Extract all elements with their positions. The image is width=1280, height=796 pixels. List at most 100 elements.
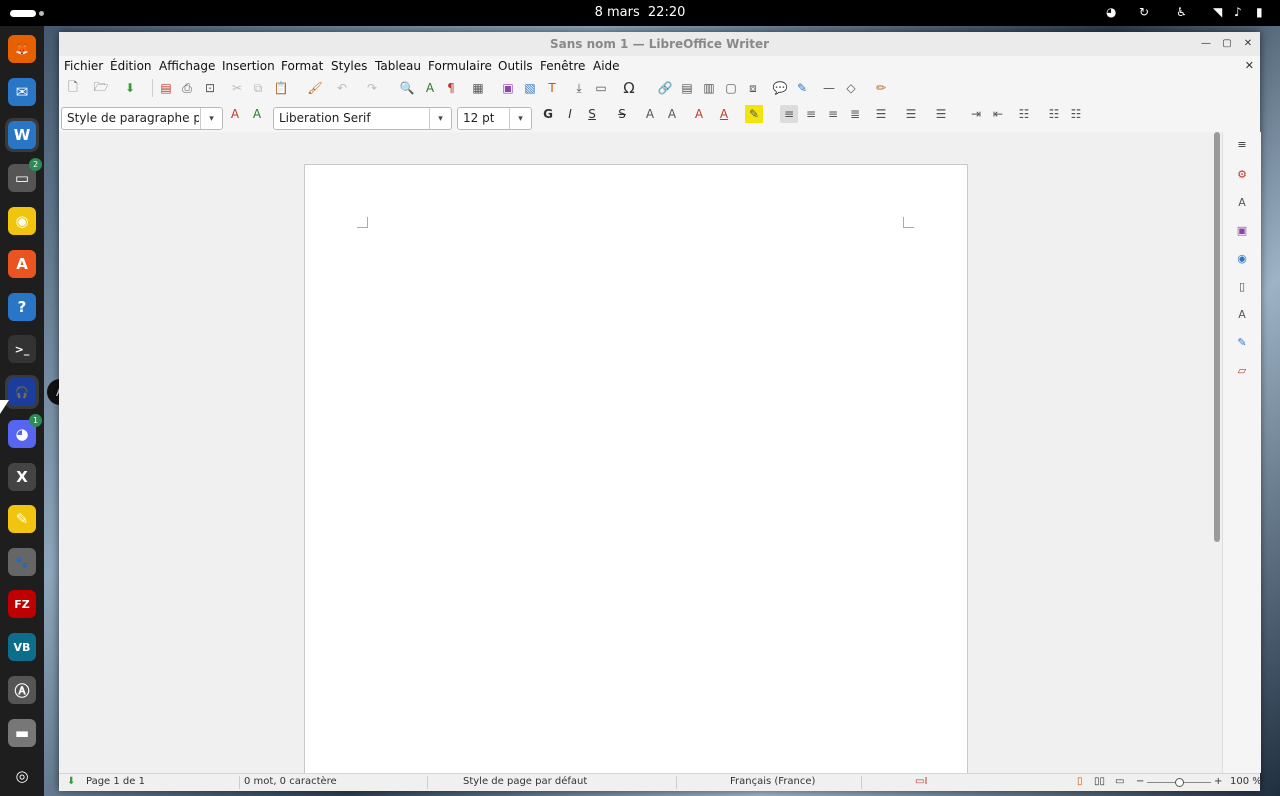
insert-textbox-icon[interactable]: T	[543, 79, 561, 97]
print-icon[interactable]: ⎙	[178, 79, 196, 97]
strikethrough-button[interactable]: S	[613, 105, 631, 123]
save-icon[interactable]: ⬇	[121, 79, 139, 97]
sidebar-menu-icon[interactable]: ≡	[1234, 136, 1250, 152]
word-count[interactable]: 0 mot, 0 caractère	[244, 776, 337, 787]
sync-icon[interactable]: ↻	[1139, 5, 1149, 19]
superscript-icon[interactable]: A	[641, 105, 659, 123]
bold-button[interactable]: G	[539, 105, 557, 123]
style-inspector-icon[interactable]: A	[1234, 306, 1250, 322]
insert-chart-icon[interactable]: ▧	[521, 79, 539, 97]
clone-formatting-icon[interactable]: 🖌	[306, 79, 324, 97]
footnote-icon[interactable]: ▤	[678, 79, 696, 97]
paragraph-spacing-icon[interactable]: ☷	[1045, 105, 1063, 123]
export-pdf-icon[interactable]: ▤	[157, 79, 175, 97]
menu-affichage[interactable]: Affichage	[159, 59, 215, 73]
clock[interactable]: 8 mars 22:20	[0, 5, 1280, 20]
basic-shapes-icon[interactable]: ◇	[842, 79, 860, 97]
menu-outils[interactable]: Outils	[498, 59, 533, 73]
font-color-icon[interactable]: A	[715, 105, 733, 123]
decrease-indent-icon[interactable]: ⇤	[989, 105, 1007, 123]
dock-firefox-icon[interactable]: 🦊	[5, 32, 39, 66]
cut-icon[interactable]: ✂	[228, 79, 246, 97]
chevron-down-icon[interactable]: ▾	[509, 108, 531, 129]
subscript-icon[interactable]: A	[663, 105, 681, 123]
zoom-slider-handle[interactable]	[1175, 778, 1184, 787]
open-icon[interactable]: 🗁	[92, 79, 110, 97]
page-count[interactable]: Page 1 de 1	[86, 776, 145, 787]
formatting-marks-icon[interactable]: ¶	[442, 79, 460, 97]
chevron-down-icon[interactable]: ▾	[200, 108, 222, 129]
align-left-icon[interactable]: ≡	[780, 105, 798, 123]
outline-list-icon[interactable]: ☰	[932, 105, 950, 123]
menu-aide[interactable]: Aide	[593, 59, 620, 73]
page-icon[interactable]: ▯	[1234, 278, 1250, 294]
dock-filezilla-icon[interactable]: FZ	[5, 587, 39, 621]
language[interactable]: Français (France)	[730, 776, 815, 787]
font-size-combo[interactable]: 12 pt ▾	[457, 107, 532, 130]
menu-tableau[interactable]: Tableau	[375, 59, 421, 73]
track-changes-icon[interactable]: ✎	[793, 79, 811, 97]
menu-formulaire[interactable]: Formulaire	[428, 59, 492, 73]
multi-page-view-icon[interactable]: ▯▯	[1094, 776, 1105, 787]
increase-indent-icon[interactable]: ⇥	[967, 105, 985, 123]
dock-disk-drive-icon[interactable]: ▬	[5, 716, 39, 750]
properties-icon[interactable]: ⚙	[1234, 166, 1250, 182]
dock-xournal-icon[interactable]: X	[5, 460, 39, 494]
zoom-out-icon[interactable]: −	[1136, 776, 1144, 787]
align-center-icon[interactable]: ≡	[802, 105, 820, 123]
menu-edition[interactable]: Édition	[110, 59, 152, 73]
dock-ubuntu-icon[interactable]: ◎	[5, 759, 39, 793]
special-character-icon[interactable]: Ω	[620, 79, 638, 97]
insert-image-icon[interactable]: ▣	[499, 79, 517, 97]
dock-software-updater-icon[interactable]: Ⓐ	[5, 673, 39, 707]
discord-tray-icon[interactable]: ◕	[1106, 5, 1116, 19]
dock-virtualbox-icon[interactable]: VB	[5, 630, 39, 664]
dock-terminal-icon[interactable]: >_	[5, 332, 39, 366]
paste-icon[interactable]: 📋	[272, 79, 290, 97]
single-page-view-icon[interactable]: ▯	[1077, 776, 1083, 787]
font-name-combo[interactable]: Liberation Serif ▾	[273, 107, 452, 130]
insert-line-icon[interactable]: —	[820, 79, 838, 97]
dock-text-editor-icon[interactable]: ✎	[5, 502, 39, 536]
insert-field-icon[interactable]: ▭	[592, 79, 610, 97]
line-spacing-icon[interactable]: ☷	[1015, 105, 1033, 123]
battery-icon[interactable]: ▮	[1256, 5, 1263, 19]
bullet-list-icon[interactable]: ☰	[872, 105, 890, 123]
bookmark-icon[interactable]: ▢	[722, 79, 740, 97]
menu-fenetre[interactable]: Fenêtre	[540, 59, 585, 73]
menu-format[interactable]: Format	[281, 59, 323, 73]
align-right-icon[interactable]: ≡	[824, 105, 842, 123]
zoom-level[interactable]: 100 %	[1230, 776, 1262, 787]
maximize-button[interactable]: ▢	[1219, 36, 1235, 52]
endnote-icon[interactable]: ▥	[700, 79, 718, 97]
book-view-icon[interactable]: ▭	[1115, 776, 1124, 787]
vertical-scrollbar[interactable]	[1212, 132, 1222, 773]
print-preview-icon[interactable]: ⊡	[201, 79, 219, 97]
document-page[interactable]	[304, 164, 968, 773]
wifi-icon[interactable]: ◥	[1213, 5, 1222, 19]
new-document-icon[interactable]: 🗋	[64, 79, 82, 97]
cross-reference-icon[interactable]: ⧈	[744, 79, 762, 97]
dock-audacity-icon[interactable]: 🎧	[5, 375, 39, 409]
find-replace-icon[interactable]: 🔍	[398, 79, 416, 97]
dock-gimp-icon[interactable]: 🐾	[5, 545, 39, 579]
more-options-icon[interactable]: ☷	[1067, 105, 1085, 123]
undo-icon[interactable]: ↶	[333, 79, 351, 97]
new-style-icon[interactable]: A	[248, 105, 266, 123]
selection-mode-icon[interactable]: ▭I	[915, 776, 927, 787]
volume-icon[interactable]: ♪	[1234, 5, 1242, 19]
insert-comment-icon[interactable]: 💬	[771, 79, 789, 97]
update-style-icon[interactable]: A	[226, 105, 244, 123]
paragraph-style-combo[interactable]: Style de paragraphe par ▾	[61, 107, 223, 130]
close-document-icon[interactable]: ✕	[1245, 59, 1254, 72]
dock-software-center-icon[interactable]: A	[5, 247, 39, 281]
italic-button[interactable]: I	[561, 105, 579, 123]
dock-libreoffice-writer-icon[interactable]: W	[5, 118, 39, 152]
hyperlink-icon[interactable]: 🔗	[656, 79, 674, 97]
justify-icon[interactable]: ≣	[846, 105, 864, 123]
menu-styles[interactable]: Styles	[331, 59, 367, 73]
copy-icon[interactable]: ⧉	[249, 79, 267, 97]
chevron-down-icon[interactable]: ▾	[429, 108, 451, 129]
close-button[interactable]: ✕	[1240, 36, 1256, 52]
underline-button[interactable]: S	[583, 105, 601, 123]
